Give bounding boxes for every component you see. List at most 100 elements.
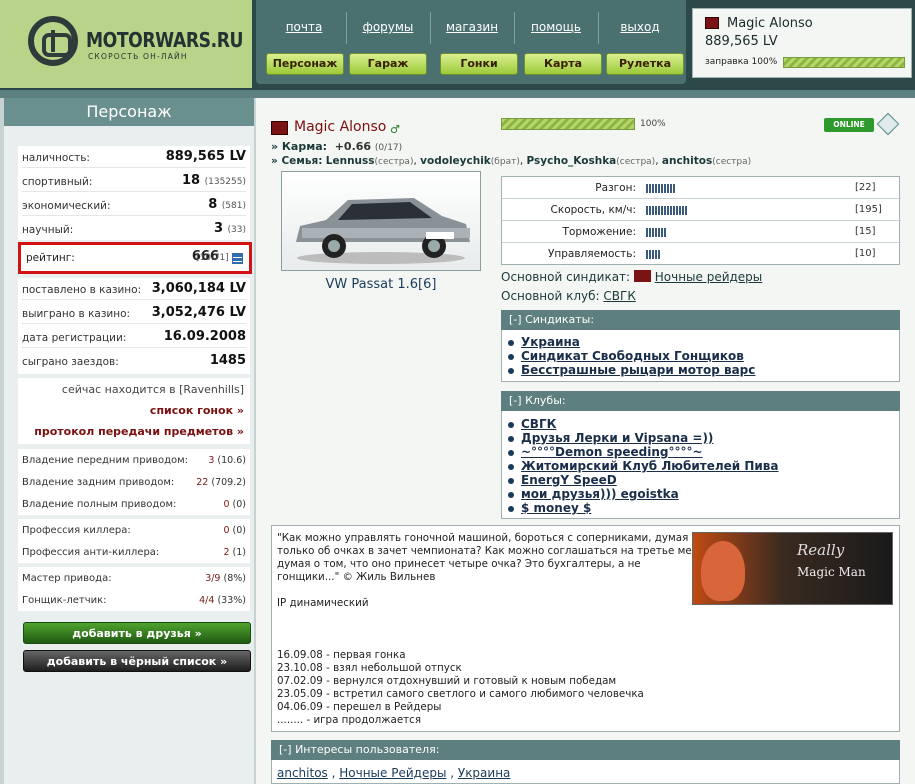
list-bullet [508, 436, 514, 442]
location-name[interactable]: [Ravenhills] [179, 383, 244, 396]
profile-avatar-icon [271, 121, 288, 135]
club-link[interactable]: мои друзья))) egoistka [521, 487, 679, 501]
nav-button-races[interactable]: Гонки [440, 53, 518, 75]
list-bullet [508, 340, 514, 346]
main-syndicate-line: Основной синдикат: Ночные рейдеры [501, 270, 762, 284]
interest-link[interactable]: anchitos [277, 766, 328, 780]
car-stat-value: [22] [855, 182, 876, 193]
car-stat-label: Скорость, км/ч: [550, 204, 636, 216]
nav-button-map[interactable]: Карта [524, 53, 602, 75]
main-club-link[interactable]: СВГК [603, 289, 635, 303]
car-image[interactable] [281, 171, 481, 271]
profile-name: Magic Alonso [294, 119, 387, 135]
rating-chart-icon[interactable] [232, 253, 243, 264]
stat-label: выиграно в казино: [22, 308, 131, 320]
online-badge: ONLINE [824, 118, 874, 132]
nav-button-roulette[interactable]: Рулетка [606, 53, 684, 75]
karma-line: » Карма: +0.66 (0/17) [271, 140, 402, 153]
clubs-header[interactable]: [-] Клубы: [501, 391, 900, 411]
car-stat-bar [646, 206, 687, 215]
nav-shop[interactable]: магазин [432, 20, 512, 34]
nav-exit[interactable]: выход [600, 20, 680, 34]
family-member[interactable]: Lennuss [326, 155, 375, 167]
syndicates-header[interactable]: [-] Синдикаты: [501, 310, 900, 330]
syndicate-link[interactable]: Бесстрашные рыцари мотор варс [521, 363, 755, 377]
add-friend-button[interactable]: добавить в друзья » [23, 622, 251, 644]
car-name[interactable]: VW Passat 1.6[6] [281, 277, 481, 292]
user-name[interactable]: Magic Alonso [727, 16, 813, 31]
nav-separator [514, 12, 515, 44]
main-syndicate-label: Основной синдикат: [501, 270, 631, 284]
club-link[interactable]: СВГК [521, 417, 556, 431]
stat-sub: (33) [227, 225, 246, 235]
stat-label: сыграно заездов: [22, 356, 119, 368]
list-bullet [508, 368, 514, 374]
family-member[interactable]: vodoleychik [420, 155, 491, 167]
banner-text-line2: Magic Man [797, 565, 866, 579]
race-list-link[interactable]: список гонок » [150, 404, 244, 417]
transfer-log-link[interactable]: протокол передачи предметов » [34, 425, 244, 438]
fuel-label: заправка 100% [705, 57, 778, 67]
list-bullet [508, 354, 514, 360]
nav-button-garage[interactable]: Гараж [349, 53, 427, 75]
car-stat-label: Разгон: [595, 182, 636, 194]
list-bullet [508, 478, 514, 484]
interests-list: anchitos , Ночные Рейдеры , Украина [271, 760, 900, 784]
history-line: 23.10.08 - взял небольшой отпуск [277, 662, 462, 674]
nav-separator [346, 12, 347, 44]
nav-button-character[interactable]: Персонаж [266, 53, 344, 75]
club-link[interactable]: $ money $ [521, 501, 591, 515]
header-divider [0, 90, 915, 98]
stat-label: научный: [22, 224, 74, 236]
family-relation: (сестра) [712, 157, 752, 167]
car-stat-row: Торможение: [15] [502, 221, 901, 243]
family-relation: (сестра) [616, 157, 656, 167]
logo-title: MOTORWARS.RU [86, 28, 244, 52]
club-link[interactable]: Друзья Лерки и Vipsana =)) [521, 431, 713, 445]
stat-label: спортивный: [22, 176, 93, 188]
about-quote-line: гонщики..." © Жиль Вильнев [277, 571, 436, 583]
club-link[interactable]: ~°°°°Demon speeding°°°°~ [521, 445, 703, 459]
car-stat-value: [15] [855, 226, 876, 237]
stat-value: 3,052,476 LV [151, 305, 246, 320]
stat-row: экономический: 8 (581) [22, 196, 246, 216]
about-quote-line: только об очках в зачет чемпионата? Как … [277, 545, 713, 557]
rating-sub-value: [10.71] [196, 253, 229, 263]
car-stat-row: Скорость, км/ч: [195] [502, 199, 901, 221]
stat-row: выиграно в казино: 3,052,476 LV [22, 304, 246, 324]
nav-help[interactable]: помощь [516, 20, 596, 34]
interests-toggle[interactable]: [-] [279, 743, 292, 756]
family-member[interactable]: anchitos [662, 155, 712, 167]
club-link[interactable]: Житомирский Клуб Любителей Пива [521, 459, 779, 473]
family-line: » Семья: Lennuss(сестра), vodoleychik(бр… [271, 155, 752, 167]
drives-panel: Владение передним приводом: 3 (10.6) Влад… [18, 449, 250, 515]
stat-label: экономический: [22, 200, 111, 212]
nav-mail[interactable]: почта [264, 20, 344, 34]
family-member[interactable]: Psycho_Koshka [527, 155, 617, 167]
profile-progress-label: 100% [640, 119, 666, 129]
stat-value: 3,060,184 LV [151, 281, 246, 296]
list-bullet [508, 506, 514, 512]
history-line: 23.05.09 - встретил самого светлого и са… [277, 688, 644, 700]
logo-subtitle: СКОРОСТЬ ОН-ЛАЙН [88, 52, 188, 61]
clubs-toggle[interactable]: [-] [509, 394, 522, 407]
syndicates-toggle[interactable]: [-] [509, 313, 522, 326]
syndicate-link[interactable]: Украина [521, 335, 580, 349]
interest-link[interactable]: Украина [458, 766, 511, 780]
interest-link[interactable]: Ночные Рейдеры [339, 766, 446, 780]
syndicate-link[interactable]: Синдикат Свободных Гонщиков [521, 349, 744, 363]
list-bullet [508, 492, 514, 498]
logo[interactable]: MOTORWARS.RU СКОРОСТЬ ОН-ЛАЙН [0, 0, 252, 88]
add-blacklist-button[interactable]: добавить в чёрный список » [23, 650, 251, 672]
interests-header[interactable]: [-] Интересы пользователя: [271, 740, 900, 760]
main-syndicate-link[interactable]: Ночные рейдеры [655, 270, 763, 284]
nav-forums[interactable]: форумы [348, 20, 428, 34]
car-stat-row: Разгон: [22] [502, 177, 901, 199]
stat-value: 889,565 LV [165, 149, 246, 164]
club-link[interactable]: EnergY SpeeD [521, 473, 617, 487]
master-row: Гонщик-летчик: 4/4 (33%) [22, 591, 246, 609]
car-icon [296, 198, 470, 264]
nav-separator [598, 12, 599, 44]
list-bullet [508, 422, 514, 428]
profession-value: 2 [223, 547, 230, 558]
